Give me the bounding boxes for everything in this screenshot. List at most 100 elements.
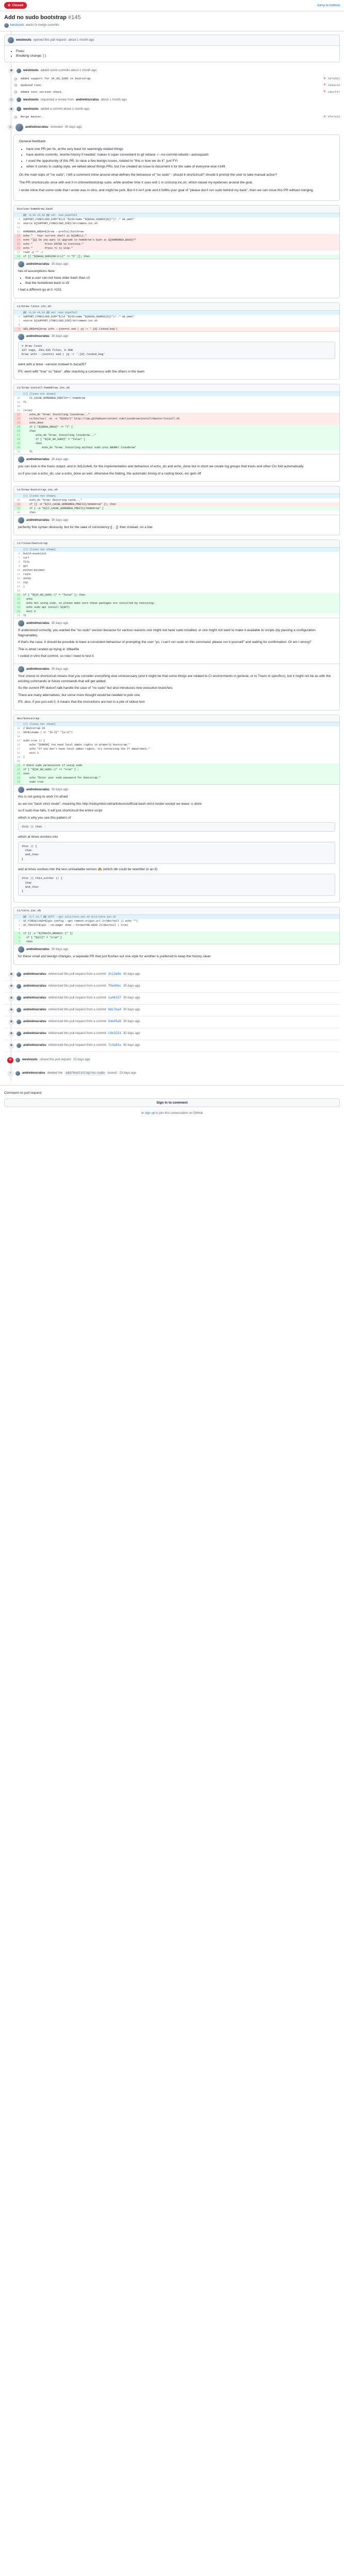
event-author[interactable]: westnouts bbox=[23, 98, 39, 103]
line-number[interactable]: 28 bbox=[14, 437, 21, 442]
diff-file-name[interactable]: ci/brew-bootstrap.inc.sh bbox=[14, 486, 339, 494]
avatar[interactable] bbox=[18, 517, 24, 523]
line-number[interactable]: 43 bbox=[14, 511, 21, 515]
avatar[interactable] bbox=[17, 1008, 21, 1013]
comment-time[interactable]: 30 days ago bbox=[52, 518, 69, 523]
avatar[interactable] bbox=[18, 946, 24, 953]
line-number[interactable]: 12 bbox=[14, 577, 21, 581]
event-time[interactable]: about 1 month ago bbox=[101, 98, 127, 103]
x-fail-icon[interactable]: ✕ bbox=[323, 90, 326, 94]
comment-time[interactable]: 30 days ago bbox=[52, 667, 69, 672]
line-number[interactable]: 21 bbox=[14, 764, 21, 768]
commit-row[interactable]: Updated root. ✕ 2b4ac20 bbox=[4, 82, 340, 89]
event-time[interactable]: 30 days ago bbox=[123, 1043, 140, 1048]
line-number[interactable]: 17 bbox=[14, 747, 21, 751]
commit-sha-link[interactable]: 7c3a81e bbox=[108, 1043, 121, 1048]
avatar[interactable] bbox=[15, 123, 23, 131]
diff-file-name[interactable]: ci/linux/bootstrap bbox=[14, 540, 339, 548]
avatar[interactable] bbox=[4, 23, 9, 28]
comment-author[interactable]: westnouts bbox=[16, 38, 31, 43]
commit-message[interactable]: Merge master. bbox=[21, 115, 321, 119]
commit-row[interactable]: Added test version check. ✕ c8e1f47 bbox=[4, 89, 340, 95]
line-number[interactable]: 30 bbox=[14, 446, 21, 450]
sign-up-link[interactable]: sign up bbox=[145, 1112, 155, 1115]
comment-author[interactable]: andreimscratsu bbox=[26, 947, 50, 952]
line-number[interactable]: 18 bbox=[14, 601, 21, 606]
jump-to-bottom-link[interactable]: Jump to bottom bbox=[317, 3, 340, 8]
commit-sha[interactable]: 9fe7a33 bbox=[328, 115, 340, 119]
line-number[interactable]: 6 bbox=[14, 315, 21, 319]
commit-sha[interactable]: 2b4ac20 bbox=[328, 83, 340, 88]
x-fail-icon[interactable]: ✕ bbox=[323, 77, 326, 81]
event-author[interactable]: andreimscratsu bbox=[23, 996, 46, 1001]
event-author[interactable]: andreimscratsu bbox=[23, 972, 46, 977]
line-number[interactable] bbox=[14, 494, 21, 498]
event-time[interactable]: 30 days ago bbox=[123, 1031, 140, 1036]
diff-file-name[interactable]: ci/brew-install-homebrew.inc.sh bbox=[14, 384, 339, 393]
line-number[interactable]: 24 bbox=[14, 421, 21, 426]
avatar[interactable] bbox=[17, 1043, 21, 1048]
sign-in-button[interactable]: Sign in to comment bbox=[4, 1098, 340, 1108]
event-time[interactable]: 30 days ago bbox=[123, 1008, 140, 1012]
line-number[interactable]: 6 bbox=[14, 936, 21, 940]
avatar[interactable] bbox=[18, 261, 24, 267]
line-number[interactable]: 19 bbox=[14, 400, 21, 404]
x-fail-icon[interactable]: ✕ bbox=[323, 115, 326, 120]
avatar[interactable] bbox=[17, 69, 21, 74]
line-number[interactable]: 4 bbox=[14, 927, 21, 931]
event-time[interactable]: 23 days ago bbox=[119, 1071, 136, 1076]
line-number[interactable]: 3 bbox=[14, 923, 21, 927]
line-number[interactable]: 19 bbox=[14, 755, 21, 759]
line-number[interactable]: 22 bbox=[14, 768, 21, 772]
line-number[interactable]: 16 bbox=[14, 593, 21, 598]
line-number[interactable]: 22 bbox=[14, 413, 21, 417]
event-author[interactable]: andreimscratsu bbox=[23, 1020, 46, 1024]
line-number[interactable]: 11 bbox=[14, 226, 21, 230]
event-author[interactable]: andreimscratsu bbox=[22, 1071, 45, 1076]
commit-sha-link[interactable]: 3c13a0e bbox=[108, 972, 121, 977]
avatar[interactable] bbox=[17, 97, 21, 103]
event-author[interactable]: andreimscratsu bbox=[23, 1031, 46, 1036]
comment-time[interactable]: 30 days ago bbox=[52, 947, 69, 952]
line-number[interactable]: 29 bbox=[14, 442, 21, 446]
comment-author[interactable]: andreimscratsu bbox=[26, 457, 50, 462]
comment-author[interactable]: andreimscratsu bbox=[26, 334, 50, 339]
avatar[interactable] bbox=[15, 1058, 20, 1063]
line-number[interactable]: 20 bbox=[14, 759, 21, 764]
line-number[interactable]: 13 bbox=[14, 731, 21, 735]
commit-message[interactable]: Updated root. bbox=[21, 83, 321, 88]
event-target[interactable]: andreimscratsu bbox=[76, 98, 99, 103]
comment-author[interactable]: andreimscratsu bbox=[26, 621, 50, 626]
event-author[interactable]: westnouts bbox=[22, 1058, 38, 1062]
line-number[interactable]: 14 bbox=[14, 735, 21, 739]
line-number[interactable] bbox=[14, 915, 21, 919]
avatar[interactable] bbox=[17, 1020, 21, 1025]
comment-author[interactable]: andreimscratsu bbox=[26, 518, 50, 523]
commit-sha-link[interactable]: c9e3221 bbox=[108, 1031, 121, 1036]
avatar[interactable] bbox=[17, 984, 21, 989]
diff-file-name[interactable]: bin/use-homebrew.bash bbox=[14, 205, 339, 213]
event-time[interactable]: 30 days ago bbox=[123, 972, 140, 977]
line-number[interactable]: 23 bbox=[14, 417, 21, 421]
line-number[interactable]: 19 bbox=[14, 605, 21, 610]
line-number[interactable]: 31 bbox=[14, 450, 21, 454]
event-time[interactable]: 30 days ago bbox=[123, 984, 140, 989]
line-number[interactable]: 18 bbox=[14, 751, 21, 755]
comment-time[interactable]: about 1 month ago bbox=[68, 38, 94, 43]
commit-sha-link[interactable]: 6de05a5 bbox=[108, 1020, 121, 1024]
line-number[interactable]: 9 bbox=[14, 217, 21, 222]
event-author[interactable]: westnouts bbox=[23, 69, 39, 73]
line-number[interactable]: 21 bbox=[14, 614, 21, 618]
line-number[interactable]: 9 bbox=[14, 564, 21, 568]
commit-row[interactable]: Merge master. ✕ 9fe7a33 bbox=[4, 114, 340, 121]
avatar[interactable] bbox=[8, 37, 14, 43]
line-number[interactable]: 26 bbox=[14, 429, 21, 434]
line-number[interactable]: 18 bbox=[14, 254, 21, 259]
line-number[interactable] bbox=[14, 548, 21, 552]
comment-time[interactable]: 30 days ago bbox=[52, 334, 69, 339]
line-number[interactable]: 24 bbox=[14, 776, 21, 781]
event-author[interactable]: andreimscratsu bbox=[23, 1008, 46, 1012]
line-number[interactable] bbox=[14, 722, 21, 726]
line-number[interactable]: 12 bbox=[14, 726, 21, 731]
diff-file-name[interactable]: ci/core.inc.sh bbox=[14, 907, 339, 916]
